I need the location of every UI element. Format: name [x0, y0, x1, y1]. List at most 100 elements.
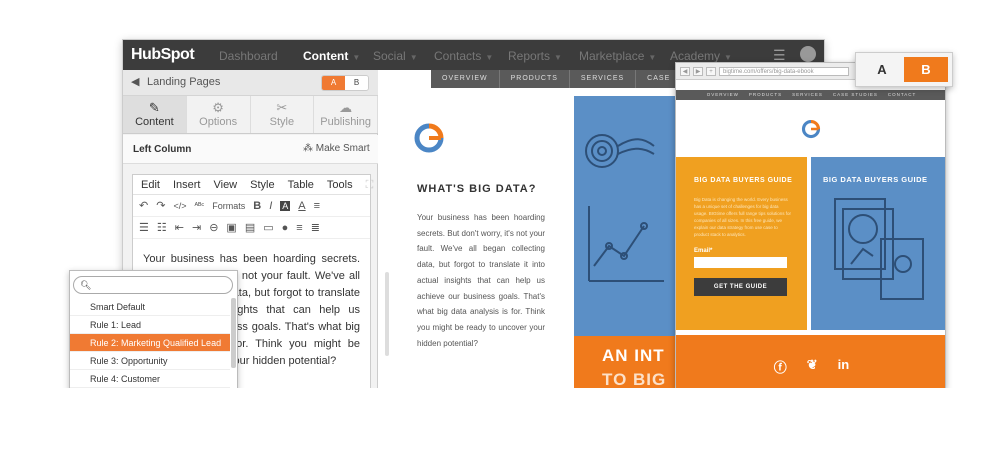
forward-icon[interactable]: ▶: [693, 66, 703, 76]
tab-style[interactable]: ✂ Style: [251, 96, 315, 133]
chevron-down-icon: ▼: [724, 53, 732, 62]
gear-icon: ⚙: [212, 100, 224, 115]
numbered-list-icon[interactable]: ☷: [157, 221, 167, 234]
menu-style[interactable]: Style: [250, 175, 274, 194]
indent-icon[interactable]: ⇥: [192, 221, 201, 234]
undo-icon[interactable]: ↶: [139, 199, 148, 212]
link-icon[interactable]: ⊖: [209, 221, 218, 234]
section-title: Left Column: [133, 144, 192, 155]
image-icon[interactable]: ▣: [226, 221, 236, 234]
menu-tools[interactable]: Tools: [327, 175, 353, 194]
rule-option[interactable]: Rule 3: Opportunity: [70, 352, 230, 370]
bold-icon[interactable]: B: [253, 200, 261, 212]
twitter-icon[interactable]: ❦: [807, 357, 818, 376]
back-arrow-icon[interactable]: ◀: [131, 75, 139, 88]
rule-option[interactable]: Rule 4: Customer: [70, 370, 230, 388]
make-smart-button[interactable]: ⁂ Make Smart: [303, 143, 370, 154]
banner-line-2: TO BIG: [602, 370, 667, 389]
nav-contacts[interactable]: Contacts ▼: [434, 49, 493, 63]
browser-nav-item[interactable]: CASE STUDIES: [833, 90, 878, 100]
nav-reports[interactable]: Reports ▼: [508, 49, 562, 63]
outdent-icon[interactable]: ⇤: [175, 221, 184, 234]
chevron-down-icon: ▼: [409, 53, 418, 62]
url-bar[interactable]: bigtime.com/offers/big-data-ebook: [719, 66, 849, 76]
rule-option[interactable]: Rule 1: Lead: [70, 316, 230, 334]
variant-b-browser: ◀ ▶ + bigtime.com/offers/big-data-ebook …: [675, 62, 946, 389]
cloud-icon: ☁: [339, 100, 353, 115]
nav-content[interactable]: Content ▼: [303, 49, 360, 63]
tab-publishing[interactable]: ☁ Publishing: [314, 96, 378, 133]
pencil-icon: ✎: [148, 100, 160, 115]
variant-b-option[interactable]: B: [904, 57, 948, 82]
smart-rule-dropdown: 🔍︎ Smart Default Rule 1: Lead Rule 2: Ma…: [69, 270, 238, 400]
menu-insert[interactable]: Insert: [173, 175, 201, 194]
menu-edit[interactable]: Edit: [141, 175, 160, 194]
bullet-list-icon[interactable]: ☰: [139, 221, 149, 234]
facebook-icon[interactable]: ⓕ: [774, 357, 787, 376]
variant-a-button[interactable]: A: [322, 76, 345, 90]
avatar[interactable]: [800, 46, 816, 62]
form-description: Big Data is changing the world. Every bu…: [694, 197, 791, 237]
text-color-icon[interactable]: A: [298, 200, 305, 212]
dropdown-scrollbar[interactable]: [231, 298, 236, 368]
nav-marketplace[interactable]: Marketplace ▼: [579, 49, 656, 63]
chevron-down-icon: ▼: [485, 53, 494, 62]
rule-search-input[interactable]: 🔍︎: [73, 276, 233, 294]
chevron-down-icon: ▼: [352, 53, 361, 62]
tab-options[interactable]: ⚙ Options: [187, 96, 251, 133]
video-icon[interactable]: ▭: [263, 221, 273, 234]
formats-dropdown[interactable]: Formats: [212, 201, 245, 211]
align-icon[interactable]: ≡: [314, 200, 320, 212]
align-left-icon[interactable]: ≡: [296, 222, 302, 234]
menu-view[interactable]: View: [213, 175, 237, 194]
ab-test-toggle[interactable]: A B: [855, 52, 953, 87]
nav-academy[interactable]: Academy ▼: [670, 49, 732, 63]
scissors-icon: ✂: [276, 100, 288, 115]
linkedin-icon[interactable]: in: [838, 357, 850, 376]
email-label: Email*: [694, 248, 713, 254]
preview-nav-item[interactable]: SERVICES: [570, 70, 637, 88]
expand-icon[interactable]: ⛶: [366, 175, 374, 194]
browser-nav-item[interactable]: CONTACT: [888, 90, 916, 100]
back-bar: ◀ Landing Pages A B: [123, 70, 378, 96]
source-code-icon[interactable]: </>: [173, 201, 186, 211]
form-title: BIG DATA BUYERS GUIDE: [694, 177, 793, 184]
brand-logo-icon: [413, 122, 445, 162]
get-guide-button[interactable]: GET THE GUIDE: [694, 278, 787, 296]
hero-banner: AN INT TO BIG: [574, 336, 678, 389]
align-right-icon[interactable]: ≣: [311, 221, 320, 234]
tab-content[interactable]: ✎ Content: [123, 96, 187, 133]
chevron-down-icon: ▼: [554, 53, 562, 62]
person-icon[interactable]: ●: [282, 222, 289, 234]
ab-toggle-small[interactable]: A B: [321, 75, 369, 91]
text-bg-icon[interactable]: A: [280, 200, 291, 211]
guide-title: BIG DATA BUYERS GUIDE: [823, 175, 928, 184]
file-icon[interactable]: ▤: [245, 221, 255, 234]
editor-toolbar-2: ☰ ☷ ⇤ ⇥ ⊖ ▣ ▤ ▭ ● ≡ ≣: [133, 217, 370, 239]
add-tab-icon[interactable]: +: [706, 66, 716, 76]
browser-nav-item[interactable]: PRODUCTS: [749, 90, 782, 100]
back-label[interactable]: Landing Pages: [147, 76, 220, 88]
nav-dashboard[interactable]: Dashboard: [219, 49, 278, 63]
italic-icon[interactable]: I: [269, 200, 272, 212]
sidebar-scrollbar[interactable]: [385, 272, 389, 356]
nav-social[interactable]: Social ▼: [373, 49, 418, 63]
email-field[interactable]: [694, 257, 787, 268]
rule-option[interactable]: Smart Default: [70, 298, 230, 316]
variant-b-button[interactable]: B: [345, 76, 368, 90]
editor-toolbar-1: ↶ ↷ </> ᴬᴮᶜ Formats B I A A ≡: [133, 195, 370, 217]
variant-a-option[interactable]: A: [860, 57, 904, 82]
redo-icon[interactable]: ↷: [156, 199, 165, 212]
preview-nav-item[interactable]: PRODUCTS: [500, 70, 570, 88]
section-header: Left Column ⁂ Make Smart: [123, 135, 378, 164]
social-footer: ⓕ ❦ in: [676, 335, 945, 388]
browser-nav-item[interactable]: SERVICES: [792, 90, 823, 100]
browser-nav-item[interactable]: OVERVIEW: [707, 90, 739, 100]
preview-nav-item[interactable]: OVERVIEW: [431, 70, 500, 88]
hubspot-logo[interactable]: HubSpot: [131, 46, 195, 64]
spellcheck-icon[interactable]: ᴬᴮᶜ: [194, 201, 204, 210]
back-icon[interactable]: ◀: [680, 66, 690, 76]
menu-table[interactable]: Table: [288, 175, 314, 194]
rule-option-selected[interactable]: Rule 2: Marketing Qualified Lead: [70, 334, 230, 352]
editor-menubar: Edit Insert View Style Table Tools ⛶: [133, 175, 373, 195]
